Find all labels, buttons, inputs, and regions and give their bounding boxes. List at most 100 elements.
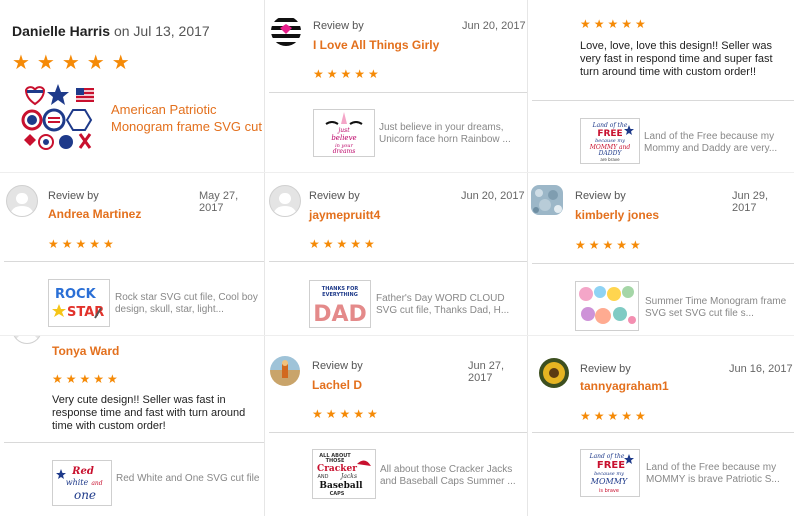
svg-text:white: white: [66, 478, 89, 487]
product-title[interactable]: Summer Time Monogram frame SVG set SVG c…: [645, 296, 793, 322]
reviewer-name[interactable]: jaymepruitt4: [309, 208, 380, 222]
svg-text:Baseball: Baseball: [319, 481, 363, 491]
rating-stars: ★★★★★: [575, 238, 644, 252]
default-user-icon[interactable]: [269, 185, 301, 217]
card-divider: [269, 261, 527, 262]
review-date: May 27, 2017: [199, 190, 239, 214]
svg-text:just: just: [336, 127, 350, 134]
beach-photo-icon[interactable]: [270, 356, 300, 386]
review-card: Review by May 27, 2017 Andrea Martinez ★…: [0, 173, 264, 335]
review-card: Review by Jun 20, 2017 I Love All Things…: [265, 0, 527, 172]
featured-review: Danielle Harris on Jul 13, 2017 ★★★★★ Am…: [0, 0, 264, 172]
reviewer-name[interactable]: I Love All Things Girly: [313, 38, 439, 52]
red-white-one-design-icon: Red white and one: [56, 466, 103, 502]
rating-stars: ★★★★★: [52, 372, 121, 386]
product-thumbnail[interactable]: [575, 281, 639, 331]
unicorn-design-icon: just believe in your dreams: [325, 112, 363, 155]
featured-product-thumbnail[interactable]: [18, 82, 98, 152]
default-user-icon[interactable]: [6, 185, 38, 217]
review-text: Very cute design!! Seller was fast in re…: [52, 394, 246, 432]
product-thumbnail[interactable]: Land of the FREE because my MOMMY and DA…: [580, 118, 640, 164]
rating-stars: ★★★★★: [312, 407, 381, 421]
review-date: Jun 29, 2017: [732, 190, 769, 214]
reviewer-name[interactable]: Andrea Martinez: [48, 207, 141, 221]
cracker-jacks-design-icon: ALL ABOUT THOSE Cracker Jacks AND Baseba…: [317, 453, 371, 497]
review-card: Review by Jun 20, 2017 jaymepruitt4 ★★★★…: [265, 173, 527, 335]
product-thumbnail[interactable]: THANKS FOR EVERYTHING DAD: [309, 280, 371, 328]
product-thumbnail[interactable]: Red white and one: [52, 460, 112, 506]
sunflower-photo-icon[interactable]: [539, 358, 569, 388]
land-of-free-design-icon: Land of the FREE because my MOMMY and DA…: [589, 122, 634, 162]
product-title[interactable]: Just believe in your dreams, Unicorn fac…: [379, 122, 525, 148]
stripes-pink-icon[interactable]: [271, 16, 301, 46]
svg-text:Land of the: Land of the: [592, 122, 628, 129]
svg-text:EVERYTHING: EVERYTHING: [322, 292, 358, 298]
card-divider: [4, 442, 264, 443]
review-date: Jun 27, 2017: [468, 360, 505, 384]
summer-monogram-icon: [579, 286, 636, 324]
rating-stars: ★★★★★: [48, 237, 117, 251]
review-text: Love, love, love this design!! Seller wa…: [580, 40, 773, 78]
product-title[interactable]: Red White and One SVG cut file: [116, 473, 262, 499]
svg-text:Red: Red: [71, 466, 94, 477]
product-title[interactable]: Father's Day WORD CLOUD SVG cut file, Th…: [376, 293, 524, 319]
card-divider: [532, 100, 794, 101]
land-of-free-mommy-design-icon: Land of the FREE because my MOMMY is bra…: [589, 453, 634, 494]
svg-text:and: and: [91, 480, 102, 487]
product-thumbnail[interactable]: ROCK STAR: [48, 279, 110, 327]
featured-reviewer-name[interactable]: Danielle Harris: [12, 23, 110, 39]
svg-text:ROCK: ROCK: [55, 287, 97, 302]
review-by-label: Review by: [575, 190, 626, 202]
card-divider: [4, 261, 264, 262]
review-card: Review by Jun 16, 2017 tannyagraham1 ★★★…: [528, 336, 794, 516]
product-thumbnail[interactable]: just believe in your dreams: [313, 109, 375, 157]
featured-review-header: Danielle Harris on Jul 13, 2017: [12, 23, 210, 39]
svg-text:Land of the: Land of the: [589, 453, 625, 460]
card-divider: [532, 432, 794, 433]
review-by-label: Review by: [309, 190, 360, 202]
rating-stars: ★★★★★: [313, 67, 382, 81]
review-by-label: Review by: [580, 363, 631, 375]
glitter-photo-icon[interactable]: [531, 185, 563, 215]
review-card: ★★★★★ Love, love, love this design!! Sel…: [528, 0, 794, 172]
product-thumbnail[interactable]: Land of the FREE because my MOMMY is bra…: [580, 449, 640, 497]
rock-star-design-icon: ROCK STAR: [52, 287, 104, 320]
svg-text:CAPS: CAPS: [330, 491, 345, 497]
svg-text:dreams: dreams: [333, 148, 356, 155]
card-divider: [269, 432, 527, 433]
review-card: Review by Jun 29, 2017 kimberly jones ★★…: [528, 173, 794, 335]
reviewer-name[interactable]: tannyagraham1: [580, 379, 669, 393]
review-date: Jun 20, 2017: [461, 190, 525, 202]
product-title[interactable]: Land of the Free because my Mommy and Da…: [644, 131, 792, 157]
product-title[interactable]: All about those Cracker Jacks and Baseba…: [380, 464, 526, 490]
review-date: Jun 16, 2017: [729, 363, 793, 375]
review-date: Jun 20, 2017: [462, 20, 526, 32]
review-by-label: Review by: [312, 360, 363, 372]
rating-stars: ★★★★★: [309, 237, 378, 251]
svg-text:believe: believe: [331, 134, 356, 142]
svg-text:Jacks: Jacks: [339, 473, 357, 480]
svg-text:FREE: FREE: [597, 460, 625, 471]
card-divider: [269, 92, 527, 93]
product-title[interactable]: Land of the Free because my MOMMY is bra…: [646, 462, 792, 488]
svg-text:DAD: DAD: [313, 302, 367, 327]
svg-text:DADDY: DADDY: [598, 150, 623, 157]
card-divider: [532, 263, 794, 264]
featured-product-title[interactable]: American Patriotic Monogram frame SVG cu…: [111, 101, 263, 137]
dad-word-cloud-icon: THANKS FOR EVERYTHING DAD: [313, 286, 367, 327]
review-by-label: Review by: [313, 20, 364, 32]
default-user-icon[interactable]: [12, 336, 42, 344]
reviewer-name[interactable]: Tonya Ward: [52, 344, 119, 358]
patriotic-monogram-icon: [21, 84, 94, 150]
review-card: Tonya Ward ★★★★★ Very cute design!! Sell…: [0, 336, 264, 516]
review-card: Review by Jun 27, 2017 Lachel D ★★★★★ AL…: [265, 336, 527, 516]
reviewer-name[interactable]: Lachel D: [312, 378, 362, 392]
svg-text:one: one: [74, 488, 96, 502]
svg-text:AND: AND: [317, 474, 328, 480]
product-thumbnail[interactable]: ALL ABOUT THOSE Cracker Jacks AND Baseba…: [312, 449, 376, 499]
svg-text:MOMMY: MOMMY: [590, 477, 628, 486]
product-title[interactable]: Rock star SVG cut file, Cool boy design,…: [115, 292, 262, 318]
reviewer-name[interactable]: kimberly jones: [575, 208, 659, 222]
featured-rating-stars: ★★★★★: [12, 52, 137, 74]
rating-stars: ★★★★★: [580, 17, 649, 31]
